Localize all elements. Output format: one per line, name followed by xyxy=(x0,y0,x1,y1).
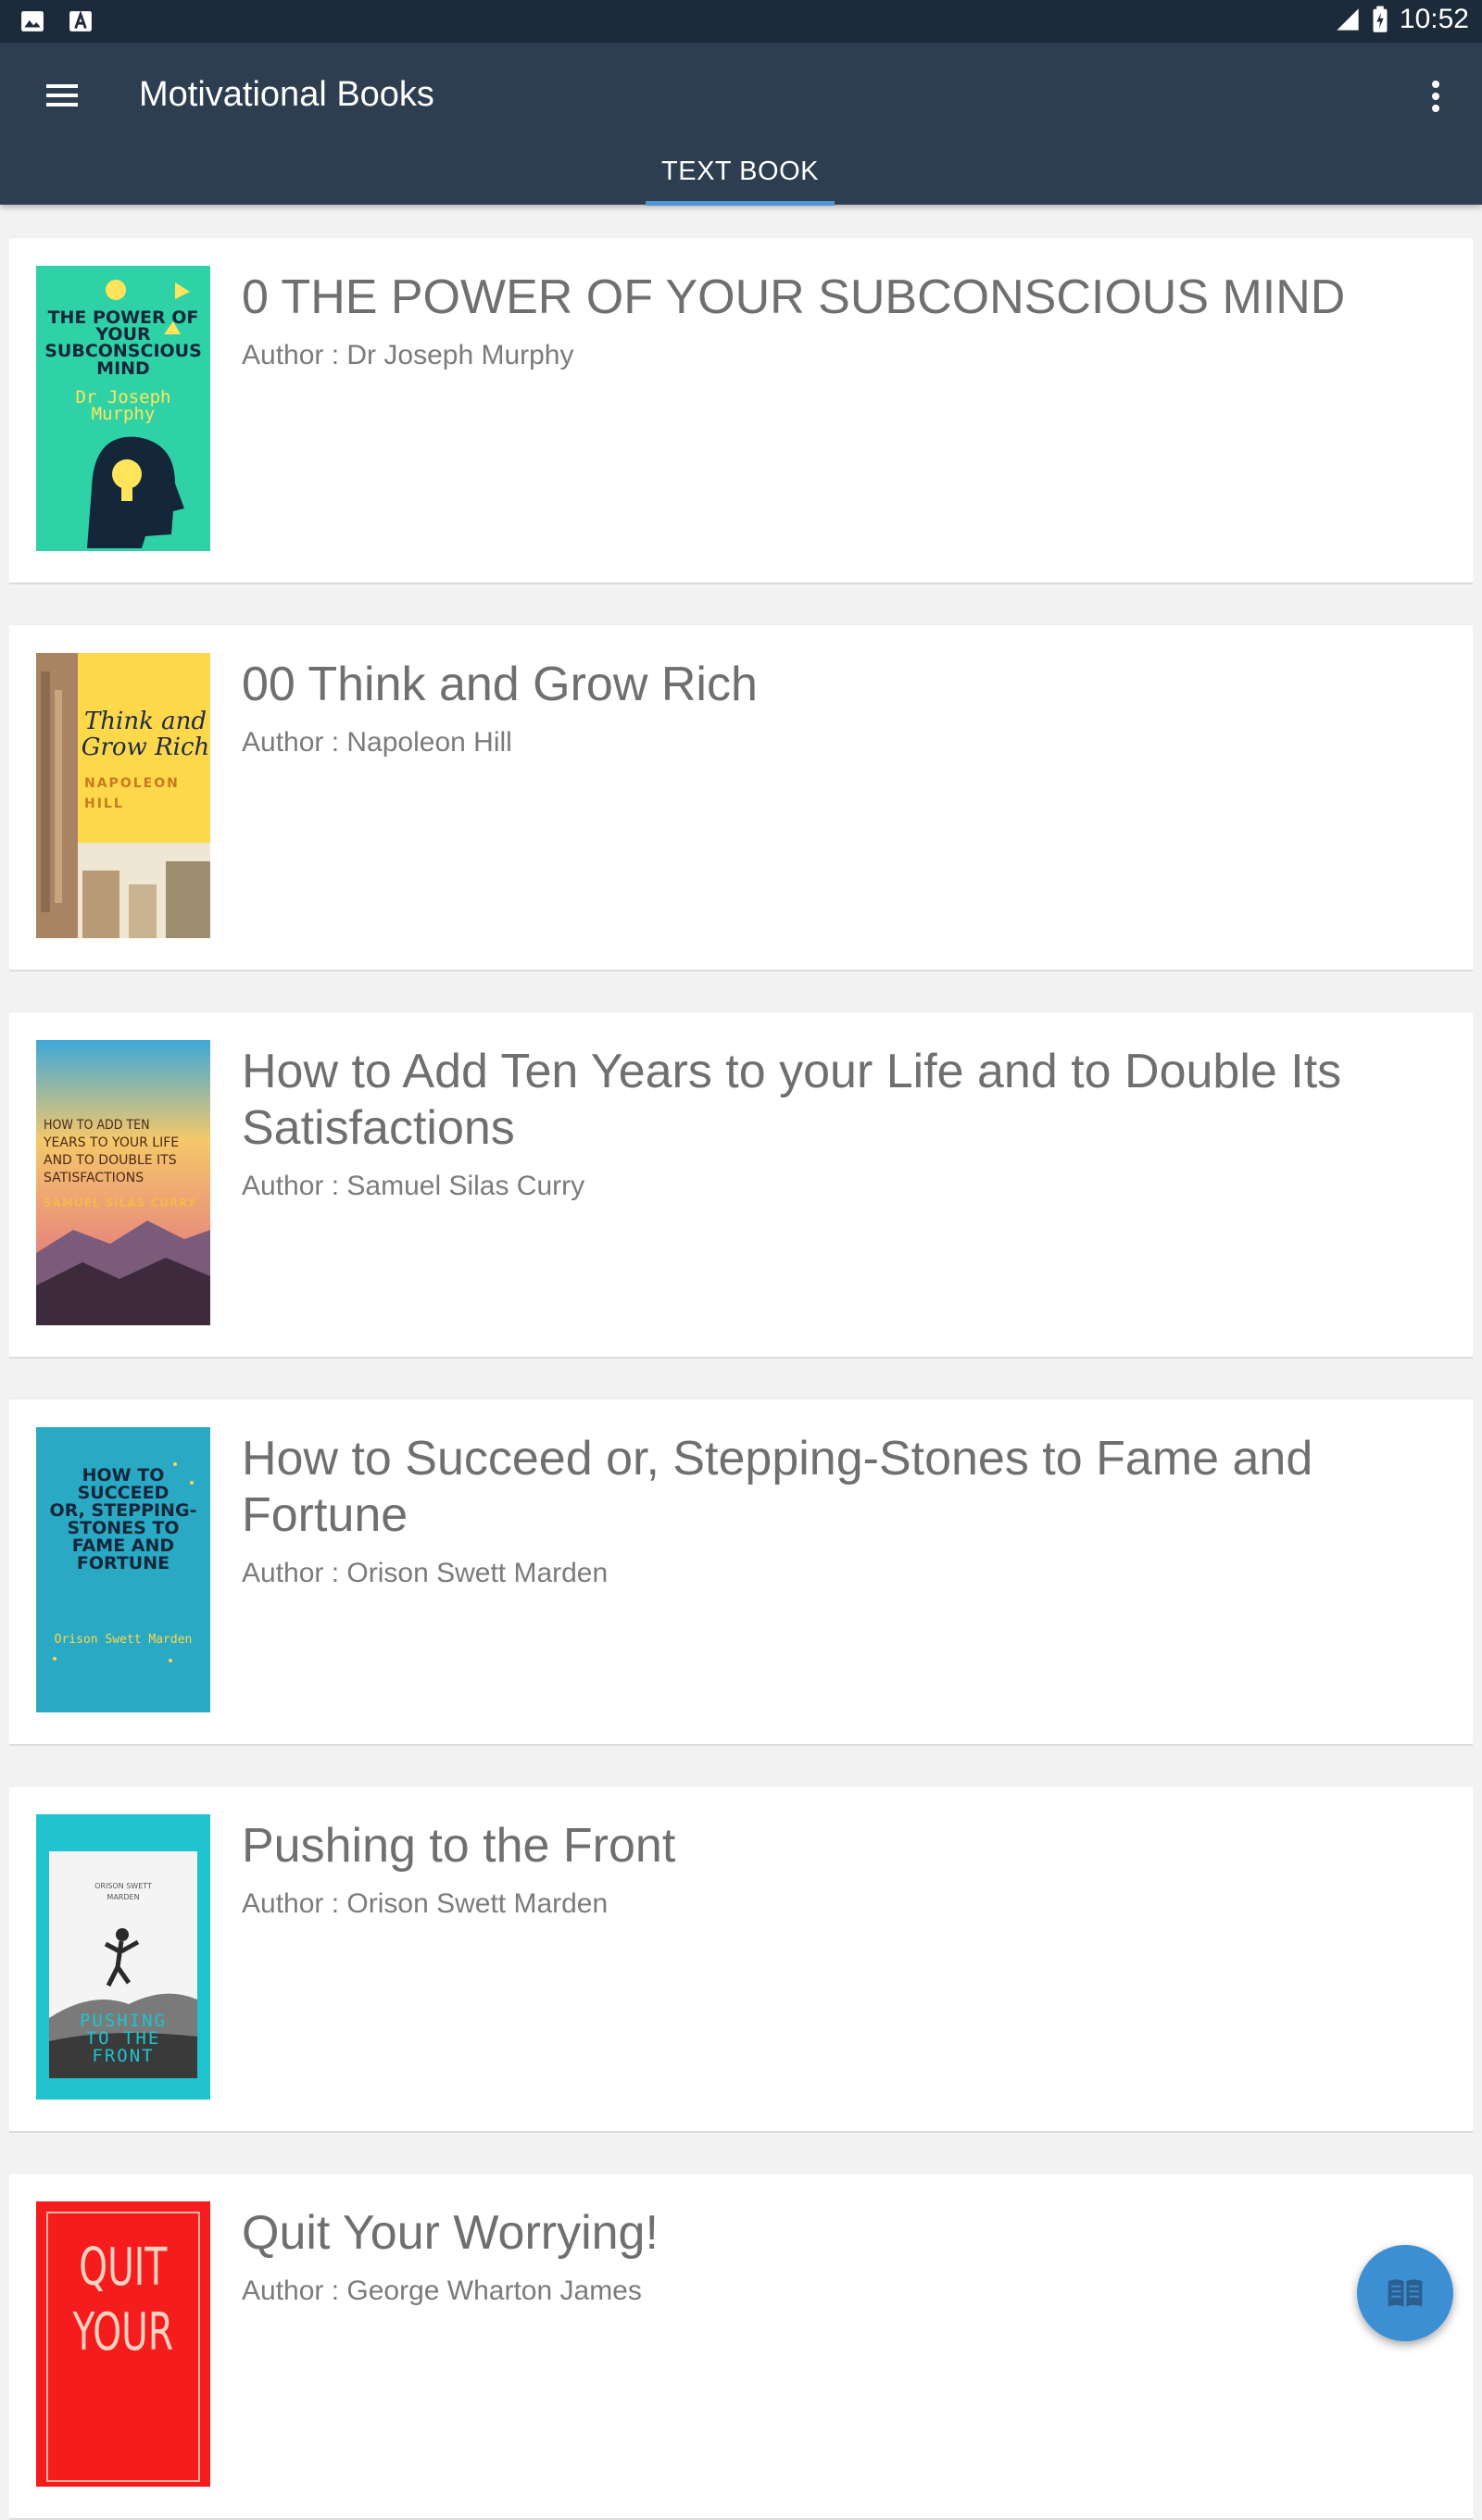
book-author: Author : Orison Swett Marden xyxy=(242,1558,609,1588)
book-title: Pushing to the Front Author : Orison Swe… xyxy=(242,1818,1427,1923)
book-cover: HOW TO ADD TEN YEARS TO YOUR LIFE AND TO… xyxy=(36,1040,210,1325)
book-cover: Think and Grow Rich NAPOLEON HILL xyxy=(36,653,210,938)
tab-indicator xyxy=(646,201,835,206)
svg-text:ORISON SWETT: ORISON SWETT xyxy=(94,1882,152,1890)
a-icon xyxy=(69,10,92,31)
book-card[interactable]: Think and Grow Rich NAPOLEON HILL 00 Thi… xyxy=(9,624,1473,972)
svg-text:YOUR: YOUR xyxy=(72,2302,173,2363)
book-card[interactable]: QUIT YOUR Quit Your Worrying! Author : G… xyxy=(9,2173,1473,2520)
svg-text:FRONT: FRONT xyxy=(92,2046,154,2066)
more-vert-icon xyxy=(1432,81,1439,112)
signal-icon xyxy=(1337,8,1359,31)
battery-icon xyxy=(1373,6,1388,32)
svg-text:Orison Swett Marden: Orison Swett Marden xyxy=(55,1633,193,1647)
book-author: Author : Samuel Silas Curry xyxy=(242,1171,585,1201)
book-cover: QUIT YOUR xyxy=(36,2201,210,2487)
book-title: Quit Your Worrying! Author : George Whar… xyxy=(242,2205,1427,2310)
book-card[interactable]: HOW TO ADD TEN YEARS TO YOUR LIFE AND TO… xyxy=(9,1011,1473,1359)
svg-text:MARDEN: MARDEN xyxy=(107,1893,139,1901)
clock: 10:52 xyxy=(1399,4,1469,34)
svg-text:MIND: MIND xyxy=(96,358,150,379)
book-author: Author : Orison Swett Marden xyxy=(242,1888,609,1919)
svg-text:HILL: HILL xyxy=(84,796,124,811)
svg-text:SATISFACTIONS: SATISFACTIONS xyxy=(44,1171,144,1185)
app-bar: Motivational Books TEXT BOOK xyxy=(0,43,1482,206)
svg-text:SAMUEL SILAS CURRY: SAMUEL SILAS CURRY xyxy=(44,1197,197,1210)
image-icon xyxy=(21,11,44,31)
svg-text:AND TO DOUBLE ITS: AND TO DOUBLE ITS xyxy=(44,1153,177,1168)
svg-text:QUIT: QUIT xyxy=(79,2238,167,2298)
open-book-fab[interactable] xyxy=(1357,2245,1453,2341)
book-title: 00 Think and Grow Rich Author : Napoleon… xyxy=(242,657,1427,761)
status-bar: 10:52 xyxy=(0,0,1482,43)
book-cover: THE POWER OF YOUR SUBCONSCIOUS MIND Dr J… xyxy=(36,266,210,551)
overflow-menu-button[interactable] xyxy=(1410,69,1462,124)
book-author: Author : George Wharton James xyxy=(242,2276,642,2306)
book-cover: ORISON SWETT MARDEN PUSHING TO THE FRONT xyxy=(36,1814,210,2100)
hamburger-menu-icon xyxy=(46,84,78,107)
book-author: Author : Napoleon Hill xyxy=(242,727,512,758)
book-card[interactable]: HOW TO SUCCEED OR, STEPPING- STONES TO F… xyxy=(9,1398,1473,1746)
book-author: Author : Dr Joseph Murphy xyxy=(242,340,574,370)
svg-text:Think and: Think and xyxy=(84,708,207,735)
book-cover: HOW TO SUCCEED OR, STEPPING- STONES TO F… xyxy=(36,1427,210,1712)
book-title: How to Succeed or, Stepping-Stones to Fa… xyxy=(242,1431,1427,1592)
book-title: How to Add Ten Years to your Life and to… xyxy=(242,1044,1427,1205)
tab-text-book[interactable]: TEXT BOOK xyxy=(646,143,835,205)
svg-text:YEARS TO YOUR LIFE: YEARS TO YOUR LIFE xyxy=(43,1135,179,1150)
book-title: 0 THE POWER OF YOUR SUBCONSCIOUS MIND Au… xyxy=(242,270,1427,374)
app-title: Motivational Books xyxy=(139,75,434,114)
svg-text:FORTUNE: FORTUNE xyxy=(77,1553,170,1573)
svg-text:Grow Rich: Grow Rich xyxy=(82,733,210,761)
svg-text:HOW TO ADD TEN: HOW TO ADD TEN xyxy=(44,1118,150,1133)
svg-text:NAPOLEON: NAPOLEON xyxy=(84,776,180,791)
menu-button[interactable] xyxy=(37,70,87,120)
open-book-icon xyxy=(1388,2279,1423,2307)
book-card[interactable]: THE POWER OF YOUR SUBCONSCIOUS MIND Dr J… xyxy=(9,237,1473,584)
svg-text:Murphy: Murphy xyxy=(92,404,156,424)
book-card[interactable]: ORISON SWETT MARDEN PUSHING TO THE FRONT… xyxy=(9,1786,1473,2133)
